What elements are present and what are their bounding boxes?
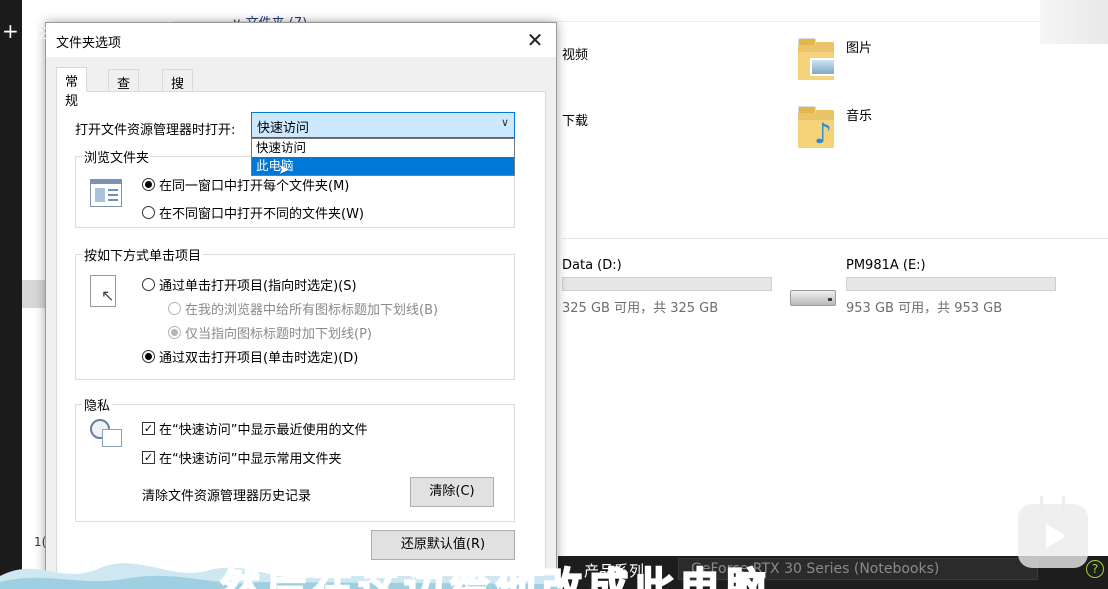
radio-label: 在我的浏览器中给所有图标标题加下划线(B): [185, 303, 439, 318]
checkbox[interactable]: ✓: [142, 451, 155, 464]
follow-button[interactable]: + 关注: [0, 18, 70, 44]
radio-underline-hover[interactable]: 仅当指向图标标题时加下划线(P): [168, 323, 372, 342]
history-clock-icon: [90, 419, 124, 449]
drive-name: Data (D:): [562, 258, 622, 273]
radio-double-click[interactable]: 通过双击打开项目(单击时选定)(D): [142, 347, 358, 366]
mouse-cursor-icon: ➤: [278, 162, 290, 178]
radio-button[interactable]: [142, 178, 155, 191]
section-divider: [562, 238, 1108, 239]
privacy-group: 隐私 ✓ 在“快速访问”中显示最近使用的文件 ✓ 在“快速访问”中显示常用文件夹…: [75, 395, 515, 522]
general-tab-panel: 打开文件资源管理器时打开: 快速访问 ∨ 快速访问 此电脑 ➤ 浏览文件夹 在同…: [56, 91, 546, 583]
radio-label: 在同一窗口中打开每个文件夹(M): [159, 179, 350, 194]
folder-pictures[interactable]: 图片: [796, 36, 872, 84]
tab-search[interactable]: 搜索: [162, 69, 194, 111]
close-icon[interactable]: ✕: [522, 27, 548, 53]
radio-button[interactable]: [168, 326, 181, 339]
folder-videos[interactable]: 视频: [562, 44, 588, 63]
folder-music[interactable]: ♪ 音乐: [796, 104, 872, 152]
drive-free-space: 325 GB 可用，共 325 GB: [562, 301, 719, 316]
open-in-dropdown: 快速访问 此电脑 ➤: [251, 138, 515, 178]
option-quick-access[interactable]: 快速访问: [252, 139, 514, 157]
help-icon[interactable]: ?: [1086, 560, 1104, 578]
clear-history-label: 清除文件资源管理器历史记录: [142, 489, 312, 504]
radio-same-window[interactable]: 在同一窗口中打开每个文件夹(M): [142, 175, 349, 194]
drive-usage-bar: [562, 277, 772, 291]
radio-label: 在不同窗口中打开不同的文件夹(W): [159, 207, 364, 222]
page-number: 1(: [34, 535, 47, 549]
option-this-pc[interactable]: 此电脑 ➤: [252, 157, 514, 178]
checkbox-frequent-folders[interactable]: ✓ 在“快速访问”中显示常用文件夹: [142, 448, 341, 467]
drive-e[interactable]: PM981A (E:) 953 GB 可用，共 953 GB: [846, 258, 1056, 316]
radio-new-window[interactable]: 在不同窗口中打开不同的文件夹(W): [142, 203, 364, 222]
drive-name: PM981A (E:): [846, 258, 926, 273]
open-in-select[interactable]: 快速访问 ∨: [251, 112, 515, 138]
chevron-down-icon: ∨: [500, 116, 509, 129]
checkbox[interactable]: ✓: [142, 422, 155, 435]
dialog-titlebar[interactable]: 文件夹选项 ✕: [46, 23, 556, 57]
group-title: 隐私: [82, 395, 113, 414]
pointer-document-icon: ↖: [90, 275, 116, 307]
video-left-strip: [0, 0, 22, 589]
radio-underline-all[interactable]: 在我的浏览器中给所有图标标题加下划线(B): [168, 299, 438, 318]
music-folder-icon: ♪: [796, 104, 836, 152]
video-subtitle: 然后在这边给他改成此电脑: [220, 564, 772, 589]
drive-d[interactable]: Data (D:) 325 GB 可用，共 325 GB: [562, 258, 772, 316]
group-title: 浏览文件夹: [82, 147, 152, 166]
radio-button[interactable]: [142, 206, 155, 219]
watermark-logo: [1040, 0, 1108, 44]
window-icon: [90, 179, 122, 207]
clear-button[interactable]: 清除(C): [410, 477, 494, 507]
radio-label: 仅当指向图标标题时加下划线(P): [185, 327, 372, 342]
checkbox-label: 在“快速访问”中显示常用文件夹: [159, 452, 342, 467]
tab-general[interactable]: 常规: [56, 67, 88, 109]
folder-label: 视频: [562, 48, 589, 63]
radio-button[interactable]: [142, 278, 155, 291]
group-title: 按如下方式单击项目: [82, 245, 204, 264]
folder-downloads[interactable]: 下载: [562, 110, 588, 129]
checkbox-label: 在“快速访问”中显示最近使用的文件: [159, 423, 368, 438]
radio-label: 通过双击打开项目(单击时选定)(D): [159, 351, 359, 366]
radio-label: 通过单击打开项目(指向时选定)(S): [159, 279, 357, 294]
pictures-folder-icon: [796, 36, 836, 84]
drive-free-space: 953 GB 可用，共 953 GB: [846, 301, 1003, 316]
hard-drive-icon: [790, 286, 838, 308]
radio-button[interactable]: [142, 350, 155, 363]
folder-options-dialog: 文件夹选项 ✕ 常规 查看 搜索 打开文件资源管理器时打开: 快速访问 ∨ 快速…: [45, 22, 557, 583]
plus-icon: +: [2, 19, 19, 43]
radio-button[interactable]: [168, 302, 181, 315]
drive-usage-bar: [846, 277, 1056, 291]
play-badge[interactable]: [1018, 496, 1088, 568]
radio-single-click[interactable]: 通过单击打开项目(指向时选定)(S): [142, 275, 357, 294]
explorer-header-strip: [172, 0, 1108, 22]
click-items-group: 按如下方式单击项目 ↖ 通过单击打开项目(指向时选定)(S) 在我的浏览器中给所…: [75, 245, 515, 380]
play-icon: [1046, 524, 1066, 548]
folder-label: 音乐: [846, 108, 873, 124]
open-in-value: 快速访问: [257, 121, 310, 136]
follow-label: 关注: [22, 23, 55, 42]
folder-label: 图片: [846, 40, 873, 56]
tab-view[interactable]: 查看: [108, 69, 140, 111]
checkbox-recent-files[interactable]: ✓ 在“快速访问”中显示最近使用的文件: [142, 419, 367, 438]
folder-label: 下载: [562, 114, 589, 129]
nav-pane-selected-item[interactable]: [22, 280, 46, 308]
open-in-label: 打开文件资源管理器时打开:: [75, 123, 236, 138]
